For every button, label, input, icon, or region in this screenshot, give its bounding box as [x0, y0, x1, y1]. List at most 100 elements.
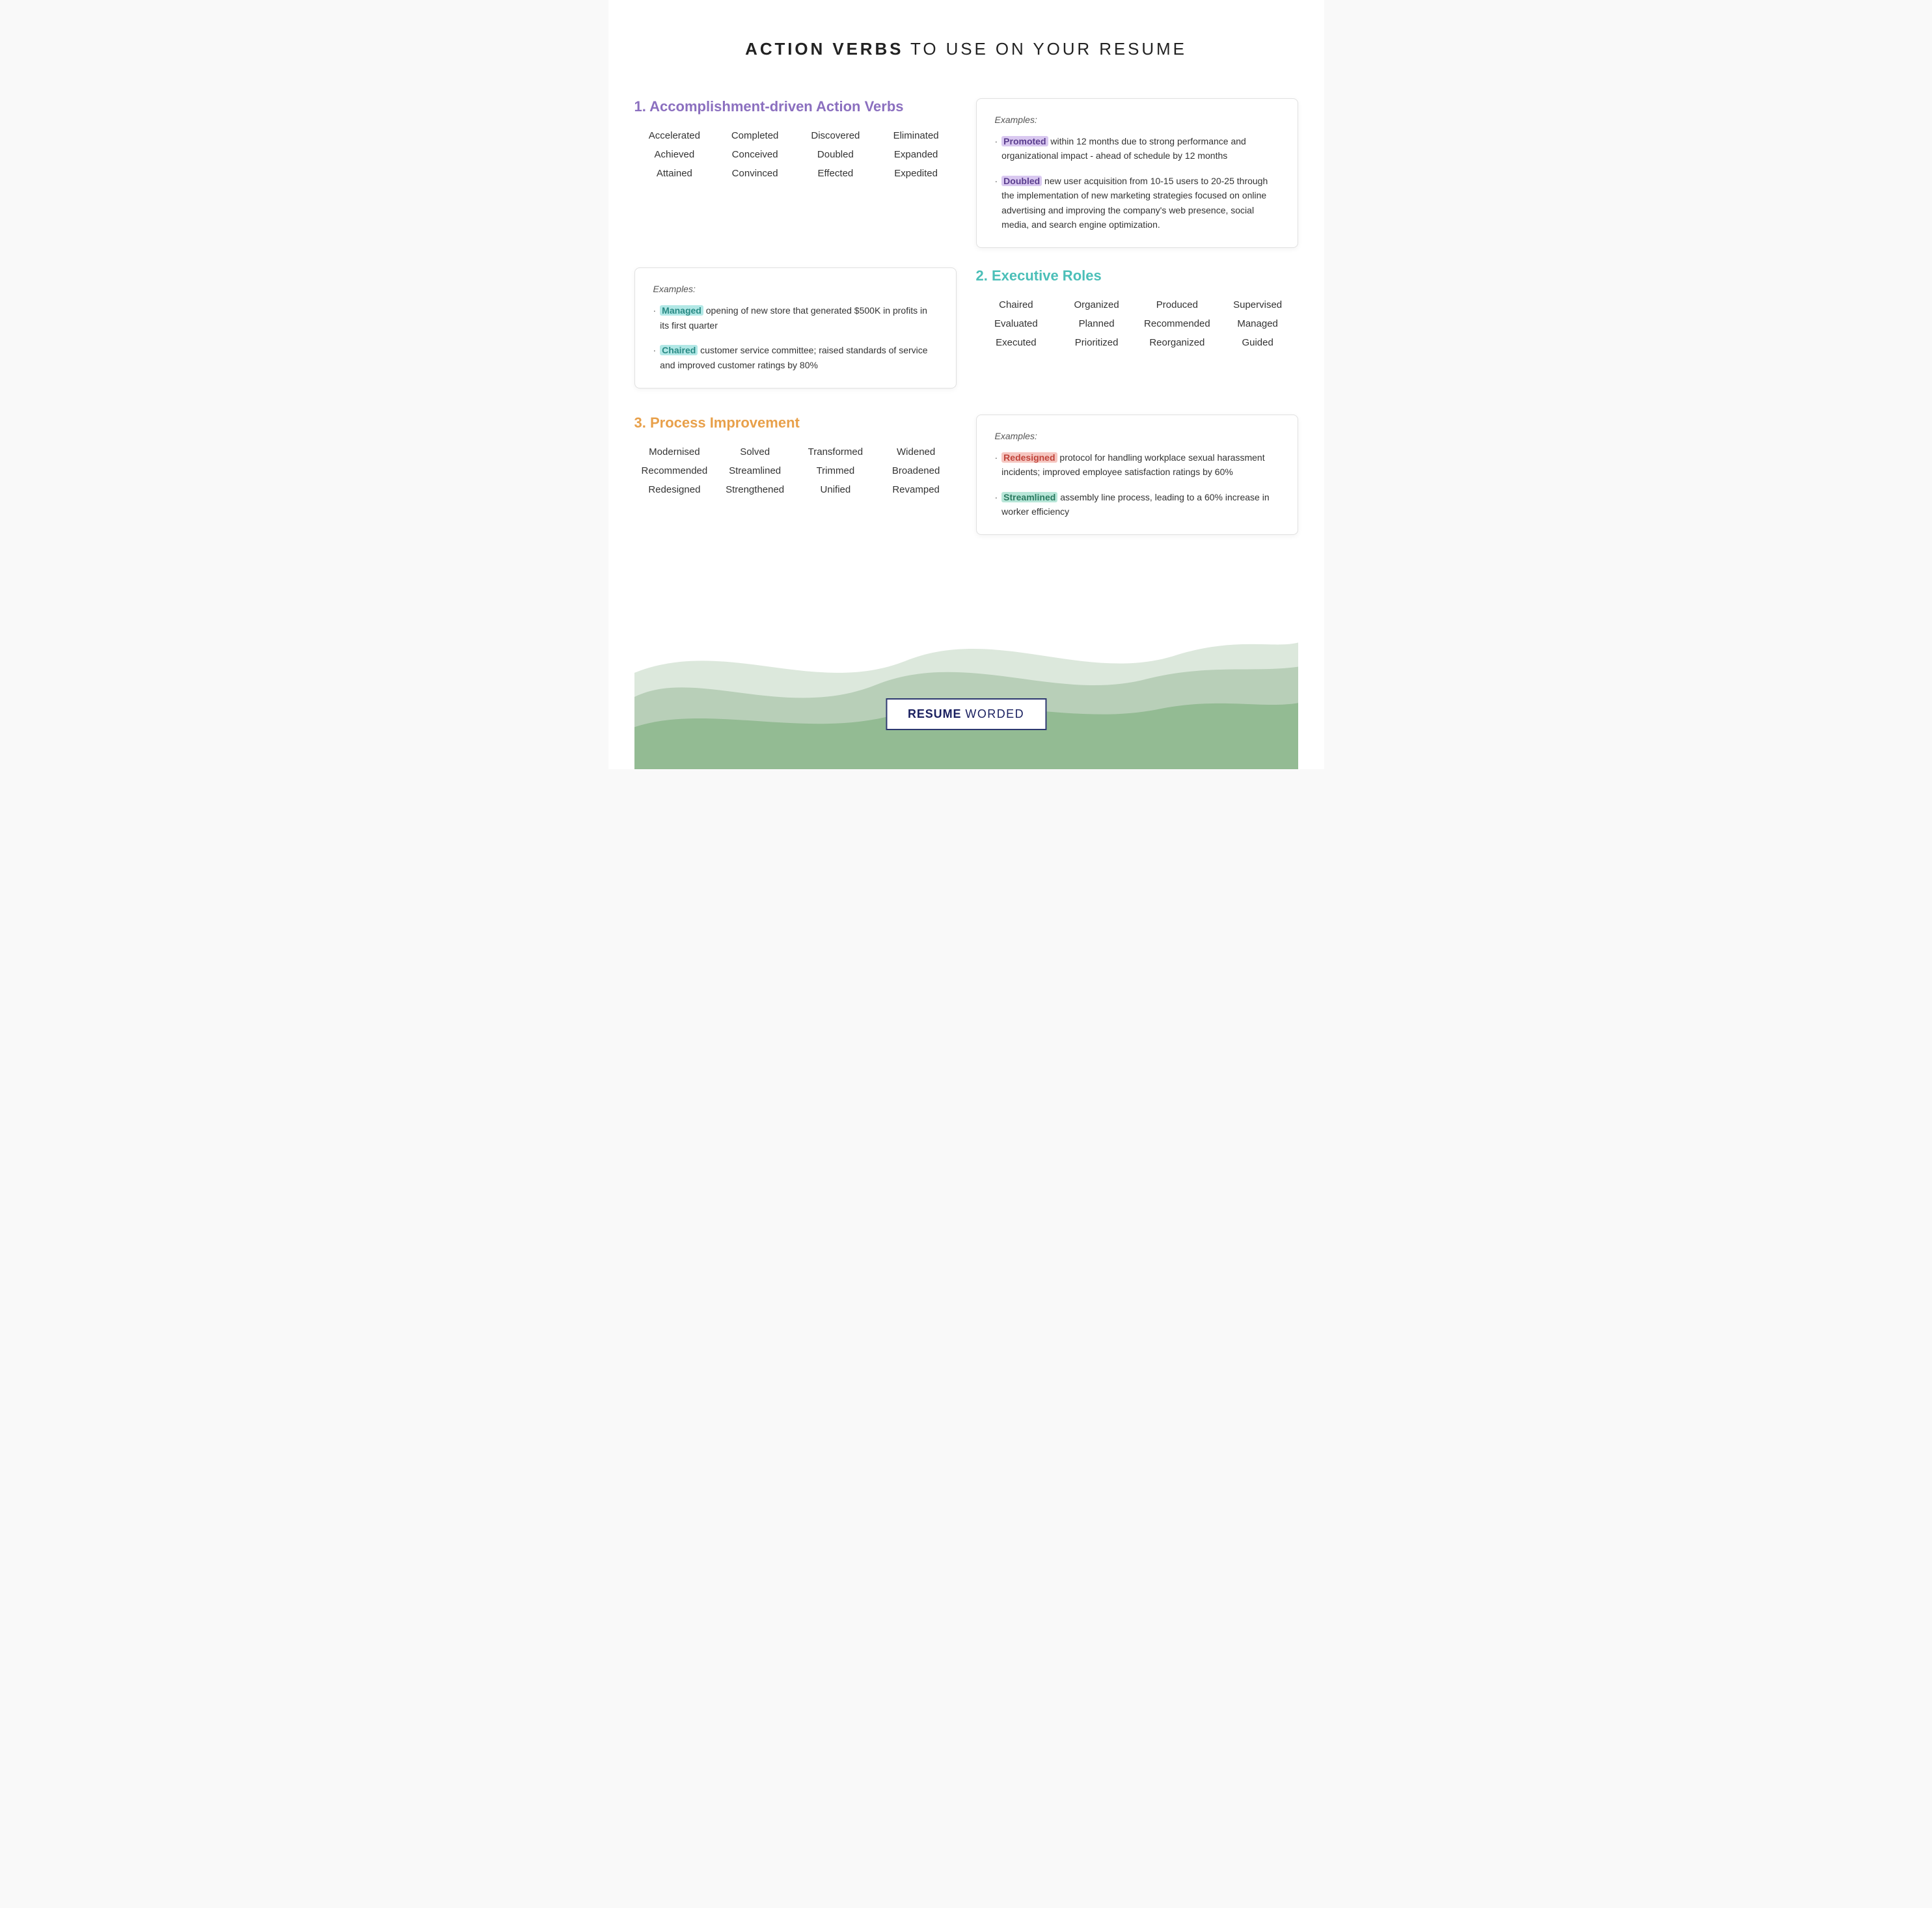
- example-label-3: Examples:: [995, 431, 1279, 441]
- highlight-redesigned: Redesigned: [1001, 452, 1057, 463]
- word-item: Recommended: [1137, 316, 1218, 332]
- wave-svg: [634, 564, 1298, 769]
- section2-word-grid: Chaired Evaluated Executed Organized Pla…: [976, 297, 1298, 351]
- example-box-2: Examples: · Managed opening of new store…: [634, 267, 957, 388]
- bullet: ·: [995, 450, 998, 465]
- word-item: Expedited: [876, 166, 957, 182]
- bullet: ·: [995, 134, 998, 148]
- word-item: Redesigned: [634, 482, 715, 498]
- section3-col2: Solved Streamlined Strengthened: [714, 444, 795, 498]
- highlight-managed: Managed: [660, 305, 703, 316]
- word-item: Trimmed: [795, 463, 876, 479]
- word-item: Discovered: [795, 128, 876, 144]
- example-text: Doubled new user acquisition from 10-15 …: [1001, 174, 1279, 232]
- section1-word-grid: Accelerated Achieved Attained Completed …: [634, 128, 957, 182]
- word-item: Achieved: [634, 147, 715, 163]
- wave-area: RESUME WORDED: [634, 548, 1298, 769]
- logo-box: RESUME WORDED: [886, 698, 1046, 730]
- example-item: · Doubled new user acquisition from 10-1…: [995, 174, 1279, 232]
- word-item: Chaired: [976, 297, 1057, 313]
- section3-col4: Widened Broadened Revamped: [876, 444, 957, 498]
- section3-col3: Transformed Trimmed Unified: [795, 444, 876, 498]
- section2-col3: Produced Recommended Reorganized: [1137, 297, 1218, 351]
- section1-left: 1. Accomplishment-driven Action Verbs Ac…: [634, 98, 957, 248]
- word-item: Reorganized: [1137, 335, 1218, 351]
- word-item: Attained: [634, 166, 715, 182]
- bullet: ·: [995, 490, 998, 504]
- section1-col1: Accelerated Achieved Attained: [634, 128, 715, 182]
- word-item: Streamlined: [714, 463, 795, 479]
- example-text: Chaired customer service committee; rais…: [660, 343, 937, 372]
- word-item: Solved: [714, 444, 795, 460]
- word-item: Conceived: [714, 147, 795, 163]
- bullet: ·: [653, 343, 657, 357]
- word-item: Recommended: [634, 463, 715, 479]
- example-item: · Streamlined assembly line process, lea…: [995, 490, 1279, 519]
- word-item: Unified: [795, 482, 876, 498]
- word-item: Convinced: [714, 166, 795, 182]
- word-item: Prioritized: [1056, 335, 1137, 351]
- example-text: Managed opening of new store that genera…: [660, 303, 937, 333]
- section2-col1: Chaired Evaluated Executed: [976, 297, 1057, 351]
- example-box-1: Examples: · Promoted within 12 months du…: [976, 98, 1298, 248]
- word-item: Accelerated: [634, 128, 715, 144]
- word-item: Planned: [1056, 316, 1137, 332]
- word-item: Organized: [1056, 297, 1137, 313]
- section2-col4: Supervised Managed Guided: [1218, 297, 1298, 351]
- example-label-2: Examples:: [653, 284, 938, 294]
- example-item: · Managed opening of new store that gene…: [653, 303, 938, 333]
- example-item: · Redesigned protocol for handling workp…: [995, 450, 1279, 480]
- word-item: Managed: [1218, 316, 1298, 332]
- section2-title: 2. Executive Roles: [976, 267, 1298, 284]
- word-item: Revamped: [876, 482, 957, 498]
- highlight-streamlined: Streamlined: [1001, 492, 1057, 502]
- header-bold: ACTION VERBS: [745, 39, 903, 59]
- section1-example-box-right: Examples: · Promoted within 12 months du…: [976, 98, 1298, 248]
- section3-left: 3. Process Improvement Modernised Recomm…: [634, 415, 957, 536]
- word-item: Broadened: [876, 463, 957, 479]
- example-text: Promoted within 12 months due to strong …: [1001, 134, 1279, 163]
- word-item: Strengthened: [714, 482, 795, 498]
- row-1: 1. Accomplishment-driven Action Verbs Ac…: [634, 98, 1298, 248]
- page-wrapper: ACTION VERBS TO USE ON YOUR RESUME 1. Ac…: [608, 0, 1324, 769]
- section3-word-grid: Modernised Recommended Redesigned Solved…: [634, 444, 957, 498]
- section3-col1: Modernised Recommended Redesigned: [634, 444, 715, 498]
- word-item: Eliminated: [876, 128, 957, 144]
- word-item: Executed: [976, 335, 1057, 351]
- word-item: Supervised: [1218, 297, 1298, 313]
- section1-title: 1. Accomplishment-driven Action Verbs: [634, 98, 957, 115]
- bullet: ·: [653, 303, 657, 318]
- word-item: Doubled: [795, 147, 876, 163]
- section1-col2: Completed Conceived Convinced: [714, 128, 795, 182]
- highlight-promoted: Promoted: [1001, 136, 1048, 146]
- highlight-chaired: Chaired: [660, 345, 698, 355]
- example-item: · Promoted within 12 months due to stron…: [995, 134, 1279, 163]
- logo-container: RESUME WORDED: [886, 698, 1046, 730]
- highlight-doubled: Doubled: [1001, 176, 1042, 186]
- example-box-3: Examples: · Redesigned protocol for hand…: [976, 415, 1298, 536]
- header-light: TO USE ON YOUR RESUME: [903, 39, 1186, 59]
- section1-col4: Eliminated Expanded Expedited: [876, 128, 957, 182]
- logo-resume-text: RESUME: [908, 707, 961, 721]
- word-item: Guided: [1218, 335, 1298, 351]
- word-item: Effected: [795, 166, 876, 182]
- word-item: Expanded: [876, 147, 957, 163]
- example-item: · Chaired customer service committee; ra…: [653, 343, 938, 372]
- word-item: Transformed: [795, 444, 876, 460]
- word-item: Evaluated: [976, 316, 1057, 332]
- example-text: Redesigned protocol for handling workpla…: [1001, 450, 1279, 480]
- word-item: Modernised: [634, 444, 715, 460]
- section3-example-box: Examples: · Redesigned protocol for hand…: [976, 415, 1298, 536]
- main-header: ACTION VERBS TO USE ON YOUR RESUME: [634, 39, 1298, 59]
- section1-example-box-left: Examples: · Managed opening of new store…: [634, 267, 957, 388]
- example-text: Streamlined assembly line process, leadi…: [1001, 490, 1279, 519]
- section2-right: 2. Executive Roles Chaired Evaluated Exe…: [976, 267, 1298, 388]
- word-item: Widened: [876, 444, 957, 460]
- word-item: Completed: [714, 128, 795, 144]
- logo-worded-text: WORDED: [965, 707, 1024, 721]
- section3-title: 3. Process Improvement: [634, 415, 957, 431]
- example-label-1: Examples:: [995, 115, 1279, 125]
- section2-col2: Organized Planned Prioritized: [1056, 297, 1137, 351]
- section1-col3: Discovered Doubled Effected: [795, 128, 876, 182]
- row-2: Examples: · Managed opening of new store…: [634, 267, 1298, 388]
